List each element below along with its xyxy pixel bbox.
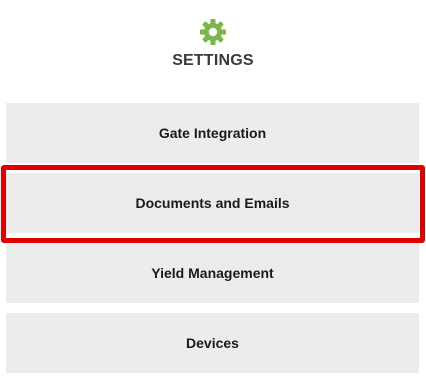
menu-item-label: Documents and Emails [135, 195, 290, 211]
menu-item-label: Yield Management [151, 265, 274, 281]
menu-item-documents-and-emails[interactable]: Documents and Emails [6, 173, 419, 233]
menu-item-label: Devices [186, 335, 239, 351]
menu-item-yield-management[interactable]: Yield Management [6, 243, 419, 303]
menu-item-gate-integration[interactable]: Gate Integration [6, 103, 419, 163]
page-title: SETTINGS [172, 52, 254, 69]
menu-item-devices[interactable]: Devices [6, 313, 419, 373]
settings-header: SETTINGS [0, 18, 426, 70]
menu-item-label: Gate Integration [158, 125, 267, 141]
gear-icon [200, 19, 226, 45]
